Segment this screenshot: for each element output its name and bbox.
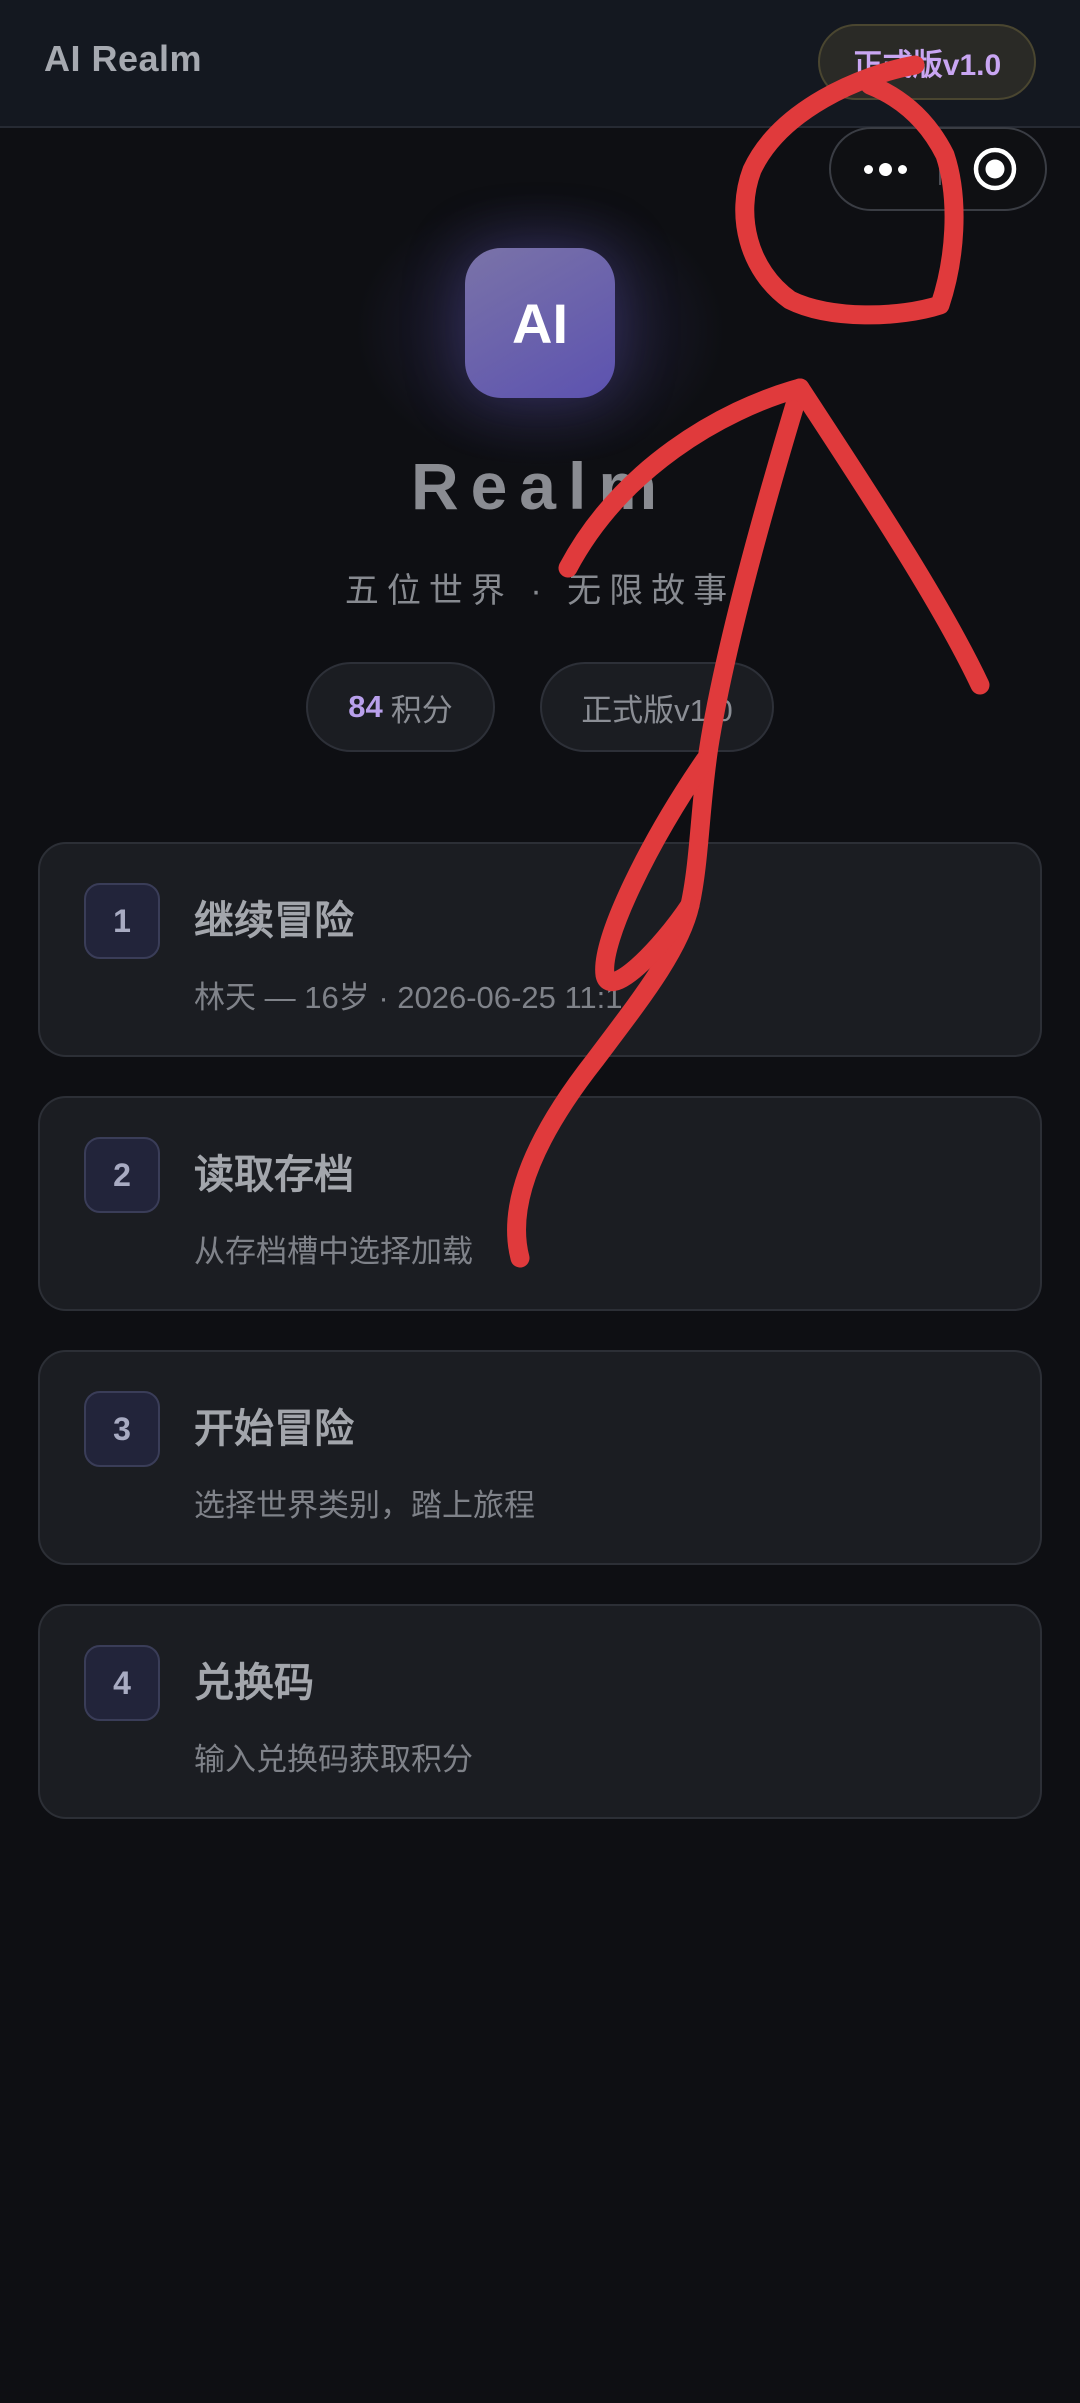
menu-card-start-adventure[interactable]: 3 开始冒险 选择世界类别，踏上旅程: [38, 1350, 1042, 1565]
app-screen: AI Realm 正式版v1.0 AI Realm 五位世界 · 无限故事 84…: [0, 0, 1080, 2403]
app-title: AI Realm: [44, 38, 203, 79]
more-button[interactable]: [831, 129, 939, 209]
hero-tagline: 五位世界 · 无限故事: [344, 572, 736, 610]
menu-card-redeem-code[interactable]: 4 兑换码 输入兑换码获取积分: [38, 1604, 1042, 1819]
app-logo: AI: [465, 248, 615, 398]
more-dots-icon: [863, 162, 907, 176]
record-circle-icon: [973, 147, 1017, 191]
points-value: 84: [348, 689, 383, 724]
top-bar: AI Realm 正式版v1.0: [0, 0, 1080, 128]
menu-index-badge: 3: [84, 1391, 160, 1467]
menu-title: 读取存档: [194, 1153, 354, 1197]
version-chip: 正式版v1.0: [540, 662, 774, 752]
capsule-divider: [939, 155, 941, 185]
menu-index-badge: 4: [84, 1645, 160, 1721]
menu-desc: 输入兑换码获取积分: [194, 1742, 473, 1777]
menu-desc: 林天 — 16岁 · 2026-06-25 11:1: [194, 980, 623, 1015]
hero-title: Realm: [410, 449, 670, 523]
menu-desc: 从存档槽中选择加载: [194, 1234, 473, 1269]
mini-program-capsule: [829, 127, 1047, 211]
close-mini-program-button[interactable]: [943, 129, 1047, 209]
version-badge-button[interactable]: 正式版v1.0: [818, 24, 1036, 100]
menu-desc: 选择世界类别，踏上旅程: [194, 1488, 535, 1523]
menu-index-badge: 1: [84, 883, 160, 959]
menu-card-load-save[interactable]: 2 读取存档 从存档槽中选择加载: [38, 1096, 1042, 1311]
points-label: 积分: [390, 692, 453, 728]
points-chip: 84 积分: [306, 662, 495, 752]
menu-title: 开始冒险: [194, 1407, 354, 1451]
menu-index-badge: 2: [84, 1137, 160, 1213]
menu-title: 继续冒险: [194, 899, 354, 943]
menu-title: 兑换码: [194, 1661, 314, 1705]
menu-card-continue[interactable]: 1 继续冒险 林天 — 16岁 · 2026-06-25 11:1: [38, 842, 1042, 1057]
